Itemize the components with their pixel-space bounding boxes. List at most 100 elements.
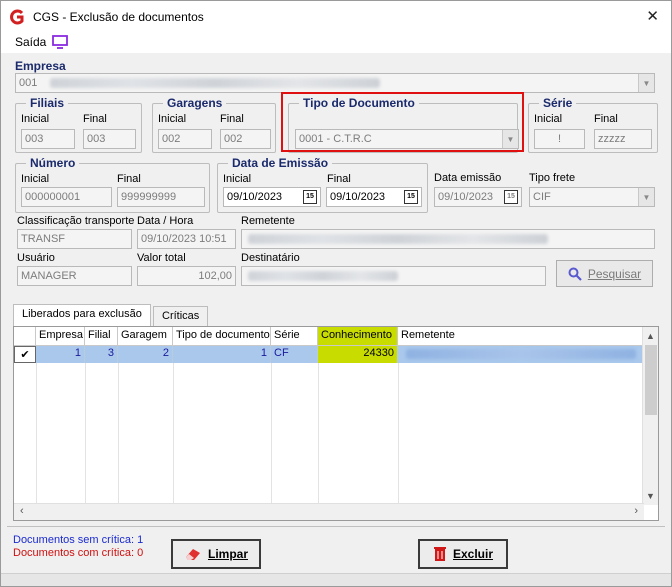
documents-grid: Empresa Filial Garagem Tipo de documento…: [13, 326, 659, 521]
row-checkbox[interactable]: ✔: [14, 346, 36, 363]
data-emissao-final-label: Final: [327, 173, 351, 185]
data-emissao-final-input[interactable]: 09/10/2023 15: [326, 187, 422, 207]
tipo-frete-value: CIF: [533, 191, 551, 203]
cell-serie: CF: [271, 346, 318, 363]
valor-total-label: Valor total: [137, 252, 186, 264]
garagens-final-input[interactable]: 002: [220, 129, 271, 149]
grid-header-check: [14, 327, 36, 346]
valor-total-field: 102,00: [137, 266, 236, 286]
menu-saida[interactable]: Saída: [15, 35, 69, 49]
empresa-blurred-name: [50, 78, 380, 88]
cgs-logo-icon: [10, 9, 24, 25]
destinatario-label: Destinatário: [241, 252, 300, 264]
pesquisar-button[interactable]: Pesquisar: [556, 260, 653, 287]
data-emissao-single-label: Data emissão: [434, 172, 502, 184]
usuario-field: MANAGER: [17, 266, 132, 286]
data-hora-field: 09/10/2023 10:51: [137, 229, 236, 249]
divider: [7, 526, 665, 527]
chevron-down-icon[interactable]: ▼: [638, 188, 654, 206]
scroll-thumb[interactable]: [645, 345, 657, 415]
numero-final-label: Final: [117, 173, 141, 185]
highlight-box: [281, 92, 524, 152]
empresa-select[interactable]: 001 ▼: [15, 73, 655, 93]
grid-col-line: [271, 363, 272, 503]
remetente-field: [241, 229, 655, 249]
data-emissao-single-input[interactable]: 09/10/2023 15: [434, 187, 522, 207]
data-emissao-inicial-input[interactable]: 09/10/2023 15: [223, 187, 321, 207]
cell-garagem: 2: [118, 346, 173, 363]
grid-col-line: [398, 363, 399, 503]
empresa-label: Empresa: [15, 59, 66, 73]
filiais-inicial-input[interactable]: 003: [21, 129, 75, 149]
numero-final-input[interactable]: 999999999: [117, 187, 205, 207]
scroll-left-icon[interactable]: ‹: [20, 505, 24, 517]
grid-header-empresa[interactable]: Empresa: [36, 327, 85, 346]
classificacao-label: Classificação transporte: [17, 215, 135, 227]
filiais-final-input[interactable]: 003: [83, 129, 136, 149]
grid-header-tipo[interactable]: Tipo de documento: [173, 327, 271, 346]
grid-header-serie[interactable]: Série: [271, 327, 318, 346]
scroll-right-icon[interactable]: ›: [634, 505, 638, 517]
app-window: CGS - Exclusão de documentos ✕ Saída Emp…: [0, 0, 672, 587]
numero-inicial-label: Inicial: [21, 173, 50, 185]
tipo-frete-select[interactable]: CIF ▼: [529, 187, 655, 207]
calendar-icon[interactable]: 15: [504, 190, 518, 204]
grid-col-line: [36, 363, 37, 503]
limpar-label: Limpar: [207, 547, 248, 561]
trash-icon: [433, 547, 446, 561]
calendar-icon[interactable]: 15: [404, 190, 418, 204]
tab-criticas[interactable]: Críticas: [153, 306, 209, 326]
classificacao-field: TRANSF: [17, 229, 132, 249]
numero-title: Número: [26, 156, 80, 170]
cell-empresa: 1: [36, 346, 85, 363]
serie-inicial-input[interactable]: !: [534, 129, 585, 149]
grid-vertical-scrollbar[interactable]: ▲ ▼: [642, 327, 658, 505]
status-com-critica: Documentos com crítica: 0: [13, 547, 144, 559]
cell-filial: 3: [85, 346, 118, 363]
grid-col-line: [318, 363, 319, 503]
data-hora-label: Data / Hora: [137, 215, 194, 227]
tab-liberados[interactable]: Liberados para exclusão: [13, 304, 151, 326]
grid-header-remetente[interactable]: Remetente: [398, 327, 644, 346]
grid-header-conhecimento[interactable]: Conhecimento: [318, 327, 398, 346]
calendar-icon[interactable]: 15: [303, 190, 317, 204]
serie-final-label: Final: [594, 113, 618, 125]
chevron-down-icon[interactable]: ▼: [638, 74, 654, 92]
excluir-label: Excluir: [452, 547, 494, 561]
empresa-value: 001: [19, 77, 38, 89]
cell-remetente: [398, 346, 644, 363]
serie-inicial-label: Inicial: [534, 113, 563, 125]
numero-inicial-input[interactable]: 000000001: [21, 187, 112, 207]
grid-horizontal-scrollbar[interactable]: ‹ ›: [14, 503, 644, 520]
destinatario-field: [241, 266, 546, 286]
data-emissao-inicial-label: Inicial: [223, 173, 252, 185]
excluir-button[interactable]: Excluir: [418, 539, 508, 569]
garagens-inicial-input[interactable]: 002: [158, 129, 212, 149]
serie-final-input[interactable]: zzzzz: [594, 129, 652, 149]
grid-col-line: [85, 363, 86, 503]
garagens-inicial-label: Inicial: [158, 113, 187, 125]
data-emissao-final-value: 09/10/2023: [330, 191, 386, 203]
filiais-final-label: Final: [83, 113, 107, 125]
remetente-label: Remetente: [241, 215, 295, 227]
scroll-down-icon[interactable]: ▼: [646, 491, 655, 501]
limpar-button[interactable]: Limpar: [171, 539, 261, 569]
data-emissao-single-value: 09/10/2023: [438, 191, 494, 203]
menu-bar: Saída: [1, 31, 671, 53]
grid-header-filial[interactable]: Filial: [85, 327, 118, 346]
cell-tipo: 1: [173, 346, 271, 363]
scroll-up-icon[interactable]: ▲: [646, 331, 655, 341]
close-icon[interactable]: ✕: [646, 7, 659, 25]
grid-header-garagem[interactable]: Garagem: [118, 327, 173, 346]
tipo-frete-label: Tipo frete: [529, 172, 576, 184]
garagens-final-label: Final: [220, 113, 244, 125]
data-emissao-inicial-value: 09/10/2023: [227, 191, 283, 203]
status-sem-critica: Documentos sem crítica: 1: [13, 534, 144, 546]
monitor-icon: [52, 35, 69, 49]
table-row[interactable]: ✔ 1 3 2 1 CF 24330: [14, 346, 644, 363]
window-title: CGS - Exclusão de documentos: [33, 10, 204, 24]
cell-conhecimento: 24330: [318, 346, 398, 363]
cell-remetente-blurred: [406, 349, 636, 359]
status-bar: [1, 573, 671, 586]
data-emissao-title: Data de Emissão: [228, 156, 333, 170]
